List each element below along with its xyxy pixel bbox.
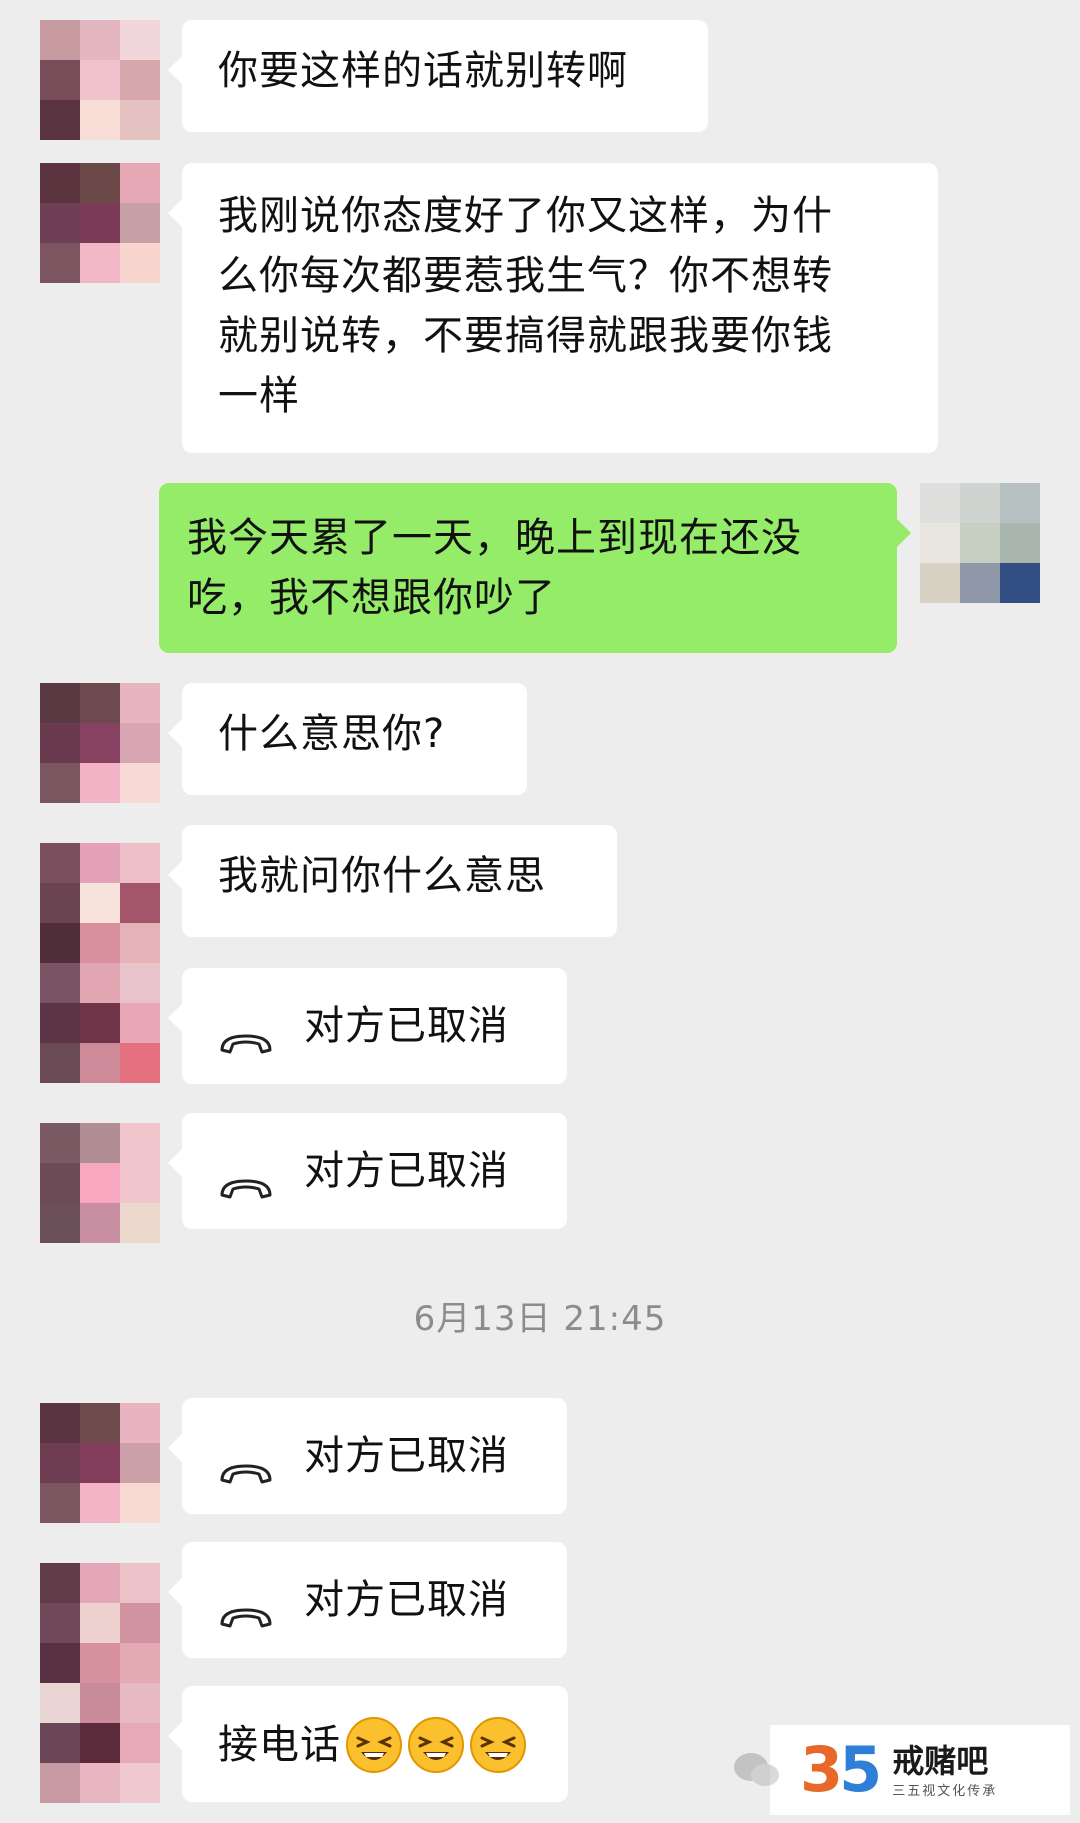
message-text: 什么意思你? bbox=[218, 711, 446, 757]
message-text: 我就问你什么意思 bbox=[218, 853, 546, 899]
message-bubble[interactable]: 我就问你什么意思 bbox=[168, 825, 617, 937]
avatar[interactable] bbox=[40, 683, 160, 803]
message-bubble[interactable]: 接电话 bbox=[168, 1686, 568, 1802]
message-text: 接电话 bbox=[218, 1722, 341, 1768]
chat-timestamp: 6月13日 21:45 bbox=[413, 1299, 667, 1339]
watermark-subtitle: 三五视文化传承 bbox=[892, 1783, 998, 1799]
avatar-self[interactable] bbox=[920, 483, 1040, 603]
message-bubble[interactable]: 你要这样的话就别转啊 bbox=[168, 20, 708, 132]
message-text: 你要这样的话就别转啊 bbox=[218, 48, 628, 94]
avatar[interactable] bbox=[40, 843, 160, 1083]
message-line: 我今天累了一天，晚上到现在还没 bbox=[187, 515, 802, 561]
message-line: 一样 bbox=[218, 373, 300, 419]
call-record-bubble[interactable]: 对方已取消 bbox=[168, 968, 567, 1084]
call-status-text: 对方已取消 bbox=[304, 1433, 509, 1479]
message-bubble[interactable]: 我刚说你态度好了你又这样，为什 么你每次都要惹我生气？你不想转 就别说转，不要搞… bbox=[168, 163, 938, 453]
avatar[interactable] bbox=[40, 163, 160, 283]
call-record-bubble[interactable]: 对方已取消 bbox=[168, 1398, 567, 1514]
watermark: 35 戒赌吧 三五视文化传承 bbox=[734, 1725, 1070, 1815]
watermark-logo-number: 35 bbox=[800, 1733, 882, 1806]
avatar[interactable] bbox=[40, 20, 160, 140]
weary-face-emoji bbox=[407, 1716, 465, 1774]
message-line: 我刚说你态度好了你又这样，为什 bbox=[218, 193, 833, 239]
phone-hangup-icon bbox=[218, 1587, 274, 1628]
message-line: 吃，我不想跟你吵了 bbox=[187, 575, 556, 621]
call-status-text: 对方已取消 bbox=[304, 1577, 509, 1623]
weary-face-emoji bbox=[469, 1716, 527, 1774]
avatar[interactable] bbox=[40, 1563, 160, 1803]
wechat-icon bbox=[732, 1750, 782, 1790]
message-line: 就别说转，不要搞得就跟我要你钱 bbox=[218, 313, 833, 359]
avatar[interactable] bbox=[40, 1403, 160, 1523]
call-status-text: 对方已取消 bbox=[304, 1148, 509, 1194]
weary-face-emoji bbox=[345, 1716, 403, 1774]
call-status-text: 对方已取消 bbox=[304, 1003, 509, 1049]
call-record-bubble[interactable]: 对方已取消 bbox=[168, 1542, 567, 1658]
avatar[interactable] bbox=[40, 1123, 160, 1243]
message-bubble-self[interactable]: 我今天累了一天，晚上到现在还没 吃，我不想跟你吵了 bbox=[159, 483, 911, 653]
message-line: 么你每次都要惹我生气？你不想转 bbox=[218, 253, 833, 299]
phone-hangup-icon bbox=[218, 1158, 274, 1199]
call-record-bubble[interactable]: 对方已取消 bbox=[168, 1113, 567, 1229]
phone-hangup-icon bbox=[218, 1013, 274, 1054]
message-bubble[interactable]: 什么意思你? bbox=[168, 683, 527, 795]
phone-hangup-icon bbox=[218, 1443, 274, 1484]
watermark-title: 戒赌吧 bbox=[892, 1741, 989, 1780]
